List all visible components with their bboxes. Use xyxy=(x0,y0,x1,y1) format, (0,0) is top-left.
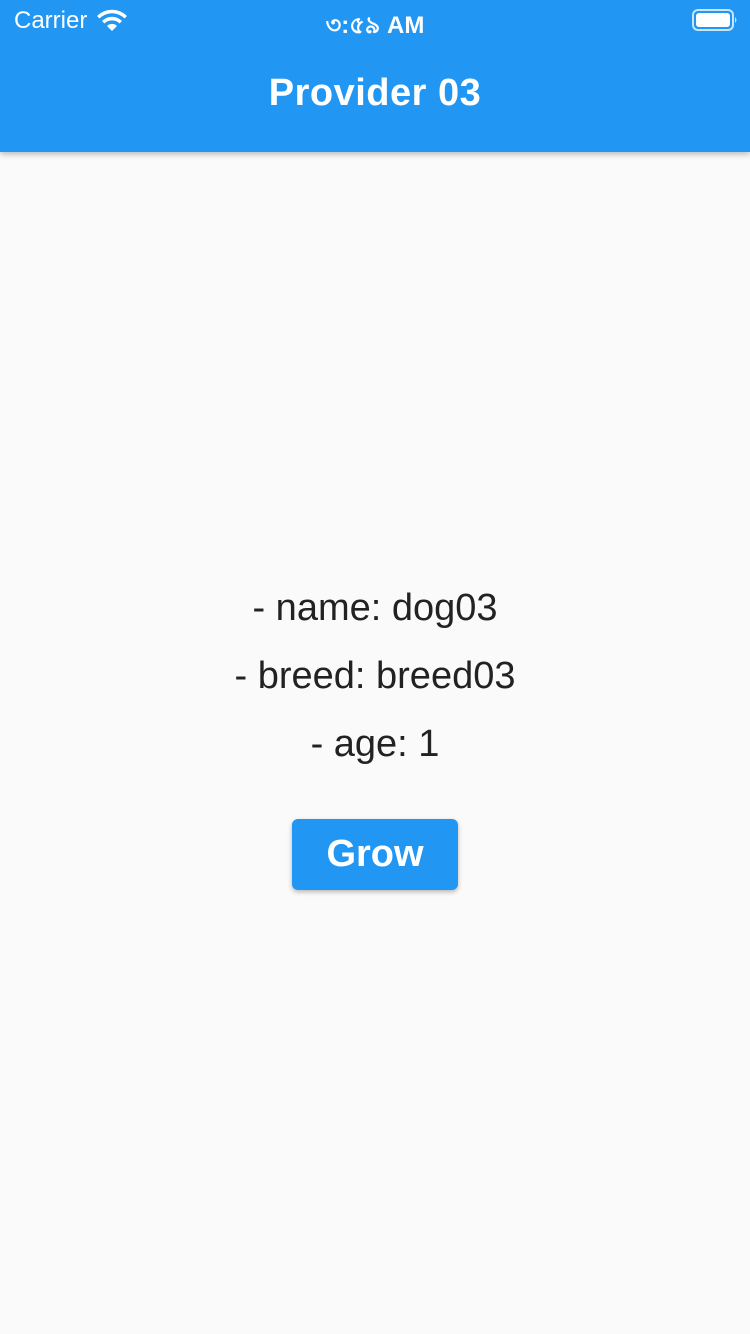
page-title: Provider 03 xyxy=(268,72,482,114)
main-content: - name: dog03 - breed: breed03 - age: 1 … xyxy=(0,152,750,1334)
status-bar: Carrier ৩:৫৯ AM xyxy=(0,0,750,40)
status-time: ৩:৫৯ AM xyxy=(325,12,425,39)
dog-age-text: - age: 1 xyxy=(310,723,440,765)
dog-breed-text: - breed: breed03 xyxy=(234,655,516,697)
dog-info: - name: dog03 - breed: breed03 - age: 1 xyxy=(0,580,750,784)
grow-button[interactable]: Grow xyxy=(292,819,458,890)
dog-name-text: - name: dog03 xyxy=(252,587,498,629)
app-bar: Carrier ৩:৫৯ AM Provider 03 xyxy=(0,0,750,152)
battery-icon xyxy=(692,9,737,31)
